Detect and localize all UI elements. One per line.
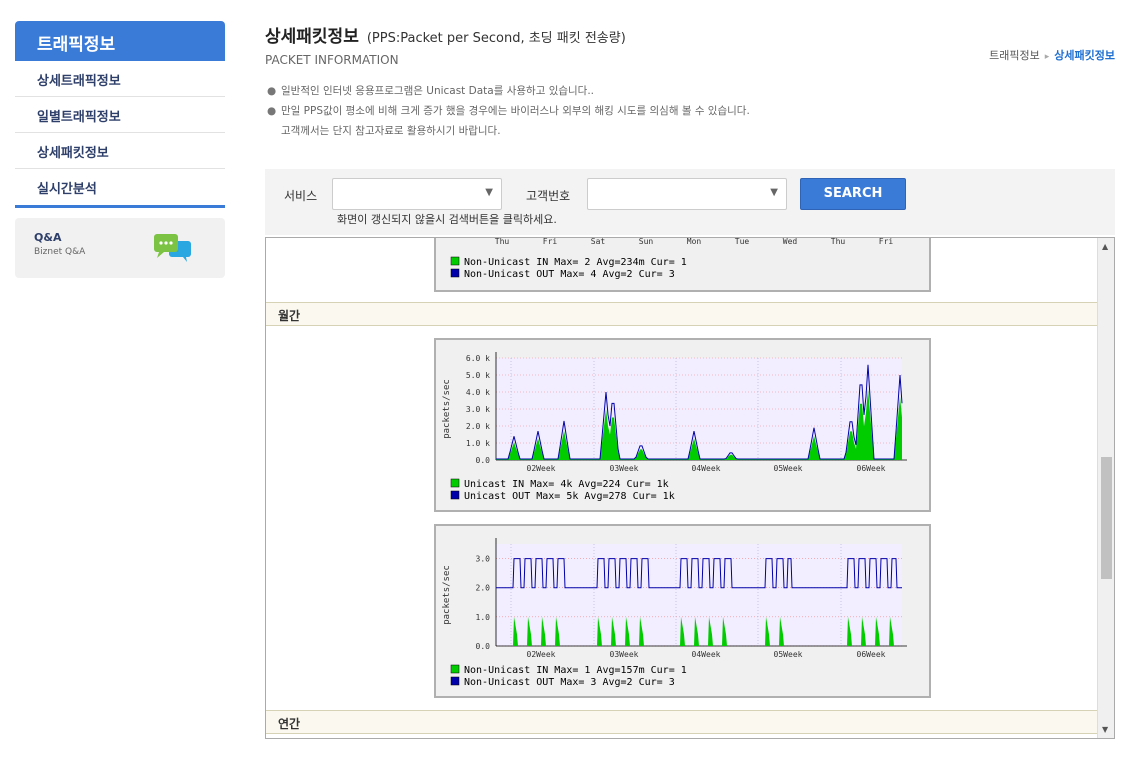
search-button[interactable]: SEARCH	[800, 178, 906, 210]
scroll-up-arrow-icon[interactable]: ▲	[1102, 242, 1108, 251]
x-tick-label: Tue	[735, 237, 750, 246]
qa-subtitle: Biznet Q&A	[34, 247, 86, 257]
chat-bubbles-icon	[154, 234, 191, 262]
x-tick-label: 03Week	[610, 464, 639, 473]
legend-swatch	[450, 676, 460, 686]
notice-item: 고객께서는 단지 참고자료로 활용하시기 바랍니다.	[267, 121, 750, 141]
y-tick-label: 1.0 k	[466, 439, 490, 448]
scroll-down-arrow-icon[interactable]: ▼	[1102, 725, 1108, 734]
y-axis-label: packets/sec	[442, 565, 452, 625]
legend-entry: Unicast OUT Max= 5k Avg=278 Cur= 1k	[464, 491, 675, 502]
notice-item: ● 만일 PPS값이 평소에 비해 크게 증가 했을 경우에는 바이러스나 외부의…	[267, 101, 750, 121]
x-tick-label: Thu	[495, 237, 510, 246]
bullet-icon: ●	[267, 105, 277, 117]
x-tick-label: 06Week	[857, 650, 886, 659]
x-tick-label: Sun	[639, 237, 654, 246]
monthly-unicast-graph: 0.0 1.0 k 2.0 k 3.0 k 4.0 k 5.0 k 6.0 k 02Week 0…	[434, 338, 931, 512]
y-tick-label: 5.0 k	[466, 371, 490, 380]
sidebar-divider	[15, 205, 225, 208]
legend-swatch	[450, 478, 460, 488]
x-tick-label: Thu	[831, 237, 846, 246]
graph-panel-content: Thu Fri Sat Sun Mon Tue Wed Thu Fri Non-Unicast I…	[266, 237, 1098, 738]
sidebar-item-detail-traffic[interactable]: 상세트래픽정보	[15, 61, 225, 97]
page-title-text: 상세패킷정보	[265, 27, 359, 47]
weekly-graph-svg: Thu Fri Sat Sun Mon Tue Wed Thu Fri Non-Unicast I…	[450, 237, 894, 280]
search-bar: 서비스 ▼ 고객번호 ▼ SEARCH 화면이 갱신되지 않을시 검색버튼을 클…	[265, 169, 1115, 235]
y-tick-label: 4.0 k	[466, 388, 490, 397]
legend-entry: Non-Unicast IN Max= 1 Avg=157m Cur= 1	[464, 665, 687, 676]
page-english-title: PACKET INFORMATION	[265, 53, 399, 67]
x-tick-label: Sat	[591, 237, 606, 246]
x-tick-label: 04Week	[692, 464, 721, 473]
x-tick-label: 06Week	[857, 464, 886, 473]
legend-swatch	[450, 256, 460, 266]
notice-item: ● 일반적인 인터넷 응용프로그램은 Unicast Data를 사용하고 있습니…	[267, 81, 750, 101]
notice-text: 일반적인 인터넷 응용프로그램은 Unicast Data를 사용하고 있습니다…	[281, 85, 595, 97]
legend-entry: Non-Unicast OUT Max= 3 Avg=2 Cur= 3	[464, 677, 675, 688]
x-tick-label: 05Week	[774, 650, 803, 659]
sidebar: 트래픽정보 상세트래픽정보 일별트래픽정보 상세패킷정보 실시간분석 Q&A B…	[15, 21, 225, 278]
x-tick-label: 02Week	[527, 464, 556, 473]
legend-swatch	[450, 490, 460, 500]
chevron-down-icon: ▼	[485, 187, 493, 198]
y-tick-label: 3.0	[476, 555, 491, 564]
bullet-icon: ●	[267, 85, 277, 97]
qa-box[interactable]: Q&A Biznet Q&A	[15, 218, 225, 278]
breadcrumb-item-traffic[interactable]: 트래픽정보	[989, 49, 1040, 62]
service-select[interactable]: ▼	[332, 178, 502, 210]
section-header-monthly: 월간	[266, 302, 1098, 326]
service-label: 서비스	[284, 189, 318, 203]
x-tick-label: Wed	[783, 237, 798, 246]
x-tick-label: 02Week	[527, 650, 556, 659]
x-tick-label: 05Week	[774, 464, 803, 473]
x-tick-label: 03Week	[610, 650, 639, 659]
chevron-down-icon: ▼	[770, 187, 778, 198]
notice-text: 만일 PPS값이 평소에 비해 크게 증가 했을 경우에는 바이러스나 외부의 …	[281, 105, 750, 117]
legend-swatch	[450, 268, 460, 278]
x-tick-label: 04Week	[692, 650, 721, 659]
sidebar-item-packet-info[interactable]: 상세패킷정보	[15, 133, 225, 169]
customer-select[interactable]: ▼	[587, 178, 787, 210]
weekly-graph: Thu Fri Sat Sun Mon Tue Wed Thu Fri Non-Unicast I…	[434, 237, 931, 292]
y-tick-label: 1.0	[476, 613, 491, 622]
scrollbar-thumb[interactable]	[1101, 457, 1112, 579]
monthly-nonunicast-graph-svg: 0.0 1.0 2.0 3.0 02Week 03Week 04Week 05Week 06We…	[442, 538, 907, 688]
y-tick-label: 2.0 k	[466, 422, 490, 431]
notice-list: ● 일반적인 인터넷 응용프로그램은 Unicast Data를 사용하고 있습니…	[267, 81, 750, 141]
sidebar-item-realtime[interactable]: 실시간분석	[15, 169, 225, 205]
breadcrumb-separator-icon: ▸	[1044, 52, 1050, 62]
page-subtitle: (PPS:Packet per Second, 초딩 패킷 전송량)	[366, 31, 626, 46]
legend-swatch	[450, 664, 460, 674]
y-tick-label: 2.0	[476, 584, 491, 593]
qa-title: Q&A	[34, 231, 62, 244]
search-hint: 화면이 갱신되지 않을시 검색버튼을 클릭하세요.	[337, 213, 557, 226]
y-tick-label: 0.0	[476, 456, 491, 465]
x-tick-label: Fri	[879, 237, 894, 246]
customer-label: 고객번호	[526, 189, 571, 203]
scrollbar[interactable]: ▲ ▼	[1097, 238, 1114, 738]
notice-text: 고객께서는 단지 참고자료로 활용하시기 바랍니다.	[281, 125, 501, 137]
sidebar-item-daily-traffic[interactable]: 일별트래픽정보	[15, 97, 225, 133]
x-tick-label: Mon	[687, 237, 702, 246]
monthly-unicast-graph-svg: 0.0 1.0 k 2.0 k 3.0 k 4.0 k 5.0 k 6.0 k 02Week 0…	[442, 352, 907, 502]
y-tick-label: 0.0	[476, 642, 491, 651]
graph-panel[interactable]: Thu Fri Sat Sun Mon Tue Wed Thu Fri Non-Unicast I…	[265, 237, 1115, 739]
sidebar-header: 트래픽정보	[15, 21, 225, 61]
legend-entry: Unicast IN Max= 4k Avg=224 Cur= 1k	[464, 479, 669, 490]
legend-entry: Non-Unicast IN Max= 2 Avg=234m Cur= 1	[464, 257, 687, 268]
legend-entry: Non-Unicast OUT Max= 4 Avg=2 Cur= 3	[464, 269, 675, 280]
section-header-yearly: 연간	[266, 710, 1098, 734]
y-tick-label: 6.0 k	[466, 354, 490, 363]
breadcrumb: 트래픽정보 ▸ 상세패킷정보	[989, 47, 1115, 63]
y-axis-label: packets/sec	[442, 379, 452, 439]
x-tick-label: Fri	[543, 237, 558, 246]
breadcrumb-item-current: 상세패킷정보	[1054, 49, 1115, 62]
page-title: 상세패킷정보 (PPS:Packet per Second, 초딩 패킷 전송량)	[265, 22, 626, 47]
y-tick-label: 3.0 k	[466, 405, 490, 414]
monthly-nonunicast-graph: 0.0 1.0 2.0 3.0 02Week 03Week 04Week 05Week 06We…	[434, 524, 931, 698]
